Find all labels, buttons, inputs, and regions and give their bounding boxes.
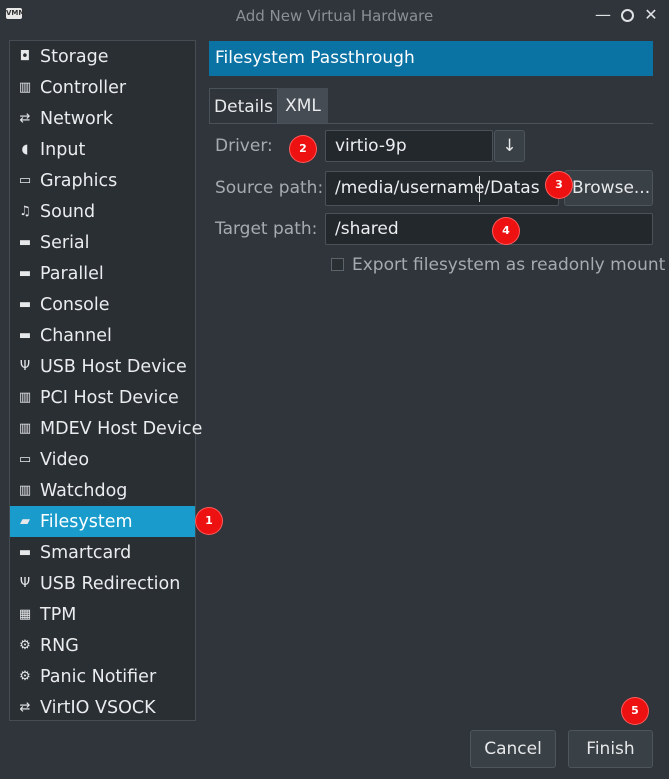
add-hardware-dialog: VMM Add New Virtual Hardware — ✕ ◘ Storag… (0, 0, 669, 779)
source-path-input[interactable]: /media/username/Datas (325, 171, 559, 206)
sidebar-item-label: TPM (40, 604, 77, 625)
titlebar: VMM Add New Virtual Hardware — ✕ (0, 0, 669, 34)
sidebar-item-label: Video (40, 449, 90, 470)
annotation-badge: 5 (622, 698, 648, 724)
vsock-network-icon: ⇄ (19, 700, 31, 715)
sidebar-item-controller[interactable]: ▥ Controller (10, 72, 195, 103)
smartcard-icon: ▬ (18, 545, 32, 560)
network-icon: ⇄ (19, 111, 31, 126)
tab-details[interactable]: Details (209, 88, 278, 124)
sidebar-item-sound[interactable]: ♫ Sound (10, 196, 195, 227)
sidebar-item-parallel[interactable]: ▬ Parallel (10, 258, 195, 289)
sidebar-item-usb-host-device[interactable]: Ψ USB Host Device (10, 351, 195, 382)
mouse-icon: ◖ (21, 142, 29, 157)
sidebar-item-label: Graphics (40, 170, 118, 191)
sidebar-item-label: Storage (40, 46, 109, 67)
driver-label: Driver: (215, 136, 273, 156)
panic-gear-icon: ⚙ (19, 669, 31, 684)
serial-port-icon: ▬ (18, 235, 32, 250)
usb-redirection-icon: Ψ (19, 576, 31, 591)
driver-select[interactable]: virtio-9p (325, 130, 493, 162)
minimize-icon[interactable]: — (593, 5, 613, 25)
sidebar-item-filesystem[interactable]: ▰ Filesystem (10, 506, 195, 537)
sidebar-item-label: MDEV Host Device (40, 418, 203, 439)
console-port-icon: ▬ (18, 297, 32, 312)
mdev-icon: ▥ (18, 421, 32, 436)
sidebar-item-graphics[interactable]: ▭ Graphics (10, 165, 195, 196)
browse-button[interactable]: Browse... (564, 170, 653, 206)
text-caret (479, 176, 480, 202)
sidebar-item-video[interactable]: ▭ Video (10, 444, 195, 475)
sidebar-item-label: Watchdog (40, 480, 128, 501)
window-title: Add New Virtual Hardware (235, 7, 434, 25)
maximize-icon[interactable] (617, 5, 637, 25)
sidebar-item-label: Network (40, 108, 114, 129)
controller-icon: ▥ (18, 80, 32, 95)
sidebar-item-label: Filesystem (40, 511, 133, 532)
source-path-label: Source path: (215, 178, 324, 198)
channel-port-icon: ▬ (18, 328, 32, 343)
sidebar-item-label: Parallel (40, 263, 104, 284)
video-monitor-icon: ▭ (18, 452, 32, 467)
tab-xml[interactable]: XML (278, 88, 328, 124)
rng-gear-icon: ⚙ (19, 638, 31, 653)
sidebar-item-label: Input (40, 139, 86, 160)
sidebar-item-serial[interactable]: ▬ Serial (10, 227, 195, 258)
annotation-badge: 2 (290, 136, 316, 162)
sidebar-item-label: Serial (40, 232, 90, 253)
sidebar-item-label: Controller (40, 77, 127, 98)
sidebar-item-watchdog[interactable]: ▥ Watchdog (10, 475, 195, 506)
sidebar-item-rng[interactable]: ⚙ RNG (10, 630, 195, 661)
sidebar-item-pci-host-device[interactable]: ▥ PCI Host Device (10, 382, 195, 413)
sidebar-item-panic-notifier[interactable]: ⚙ Panic Notifier (10, 661, 195, 692)
sidebar-item-label: Smartcard (40, 542, 132, 563)
pci-icon: ▥ (18, 390, 32, 405)
annotation-badge: 1 (196, 508, 222, 534)
sidebar-item-label: VirtIO VSOCK (40, 697, 156, 718)
target-path-label: Target path: (215, 219, 318, 239)
sidebar-item-label: Sound (40, 201, 96, 222)
parallel-port-icon: ▬ (18, 266, 32, 281)
close-icon[interactable]: ✕ (641, 5, 661, 25)
sidebar-item-channel[interactable]: ▬ Channel (10, 320, 195, 351)
chevron-down-icon[interactable]: ↓ (494, 130, 525, 162)
sidebar-item-label: Channel (40, 325, 112, 346)
cancel-button[interactable]: Cancel (470, 730, 556, 768)
sidebar-item-label: USB Redirection (40, 573, 181, 594)
sidebar-item-label: PCI Host Device (40, 387, 179, 408)
sound-icon: ♫ (19, 204, 31, 219)
hardware-type-list: ◘ Storage ▥ Controller ⇄ Network ◖ Input ▭ Graphi… (9, 40, 203, 723)
sidebar-item-virtio-vsock[interactable]: ⇄ VirtIO VSOCK (10, 692, 195, 723)
sidebar-item-input[interactable]: ◖ Input (10, 134, 195, 165)
section-header: Filesystem Passthrough (209, 41, 653, 76)
sidebar-item-label: Panic Notifier (40, 666, 157, 687)
sidebar-item-smartcard[interactable]: ▬ Smartcard (10, 537, 195, 568)
tab-divider (209, 123, 653, 124)
annotation-badge: 4 (493, 218, 519, 244)
watchdog-icon: ▥ (18, 483, 32, 498)
tpm-chip-icon: ▦ (18, 607, 32, 622)
finish-button[interactable]: Finish (568, 730, 653, 768)
folder-icon: ▰ (20, 514, 30, 529)
monitor-icon: ▭ (18, 173, 32, 188)
target-path-input[interactable]: /shared (325, 213, 653, 245)
sidebar-item-console[interactable]: ▬ Console (10, 289, 195, 320)
usb-icon: Ψ (19, 359, 31, 374)
sidebar-item-label: RNG (40, 635, 79, 656)
sidebar-item-label: Console (40, 294, 110, 315)
sidebar-item-label: USB Host Device (40, 356, 187, 377)
annotation-badge: 3 (546, 172, 572, 198)
sidebar-item-storage[interactable]: ◘ Storage (10, 41, 195, 72)
sidebar-item-tpm[interactable]: ▦ TPM (10, 599, 195, 630)
sidebar-item-usb-redirection[interactable]: Ψ USB Redirection (10, 568, 195, 599)
sidebar-item-network[interactable]: ⇄ Network (10, 103, 195, 134)
readonly-checkbox[interactable] (331, 258, 344, 271)
sidebar-item-mdev-host-device[interactable]: ▥ MDEV Host Device (10, 413, 203, 444)
disk-icon: ◘ (19, 49, 31, 64)
readonly-checkbox-label[interactable]: Export filesystem as readonly mount (352, 255, 665, 275)
